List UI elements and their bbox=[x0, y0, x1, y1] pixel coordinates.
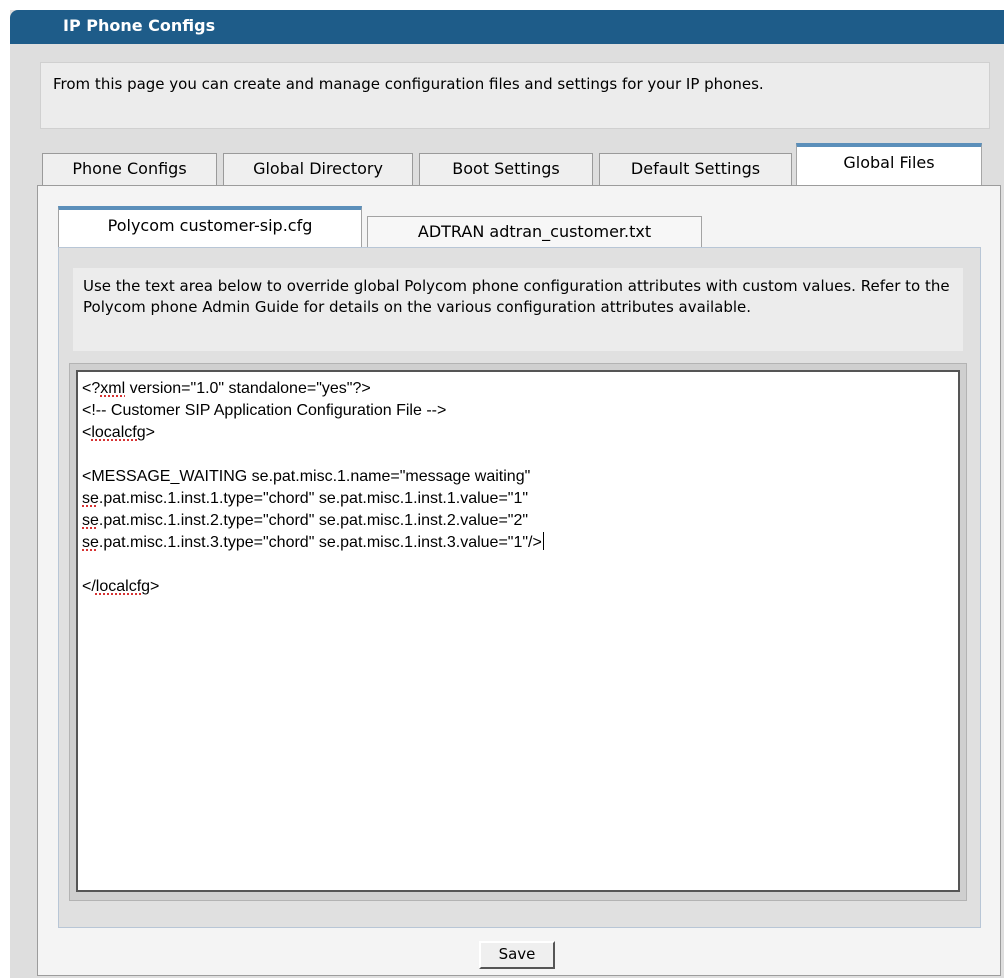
spellcheck-xml: xml bbox=[100, 380, 126, 397]
config-textarea[interactable]: <?xml version="1.0" standalone="yes"?> <!… bbox=[76, 370, 960, 892]
editor-line-7: se.pat.misc.1.inst.2.type="chord" se.pat… bbox=[82, 512, 529, 529]
spellcheck-se: se bbox=[82, 490, 99, 507]
editor-line-5: <MESSAGE_WAITING se.pat.misc.1.name="mes… bbox=[82, 468, 531, 485]
title-bar: IP Phone Configs bbox=[10, 10, 1004, 44]
save-button[interactable]: Save bbox=[479, 941, 555, 969]
tab-phone-configs[interactable]: Phone Configs bbox=[42, 153, 217, 185]
spellcheck-localcfg: localcfg bbox=[95, 578, 151, 595]
text-caret bbox=[542, 532, 544, 550]
editor-line-1: <?xml version="1.0" standalone="yes"?> bbox=[82, 380, 371, 397]
tab-global-directory[interactable]: Global Directory bbox=[223, 153, 413, 185]
editor-line-3: <localcfg> bbox=[82, 424, 155, 441]
tab-polycom-customer-sip[interactable]: Polycom customer-sip.cfg bbox=[58, 206, 362, 249]
config-description: Use the text area below to override glob… bbox=[73, 268, 963, 351]
editor-line-10: </localcfg> bbox=[82, 578, 160, 595]
spellcheck-se: se bbox=[82, 534, 99, 551]
editor-line-8: se.pat.misc.1.inst.3.type="chord" se.pat… bbox=[82, 532, 544, 551]
global-files-tab-panel: Polycom customer-sip.cfg ADTRAN adtran_c… bbox=[37, 185, 1001, 976]
tab-boot-settings[interactable]: Boot Settings bbox=[419, 153, 593, 185]
page-title: IP Phone Configs bbox=[63, 16, 216, 35]
editor-line-9 bbox=[82, 554, 954, 576]
editor-line-6: se.pat.misc.1.inst.1.type="chord" se.pat… bbox=[82, 490, 529, 507]
spellcheck-localcfg: localcfg bbox=[91, 424, 146, 441]
polycom-config-panel: Use the text area below to override glob… bbox=[58, 247, 981, 928]
tab-global-files[interactable]: Global Files bbox=[796, 143, 982, 186]
tab-default-settings[interactable]: Default Settings bbox=[599, 153, 792, 185]
editor-line-4 bbox=[82, 444, 954, 466]
spellcheck-se: se bbox=[82, 512, 99, 529]
ip-phone-configs-panel: IP Phone Configs From this page you can … bbox=[10, 10, 1004, 978]
editor-line-2: <!-- Customer SIP Application Configurat… bbox=[82, 402, 447, 419]
tab-adtran-customer[interactable]: ADTRAN adtran_customer.txt bbox=[367, 216, 702, 248]
intro-text: From this page you can create and manage… bbox=[40, 62, 990, 129]
editor-frame: <?xml version="1.0" standalone="yes"?> <!… bbox=[69, 363, 967, 901]
